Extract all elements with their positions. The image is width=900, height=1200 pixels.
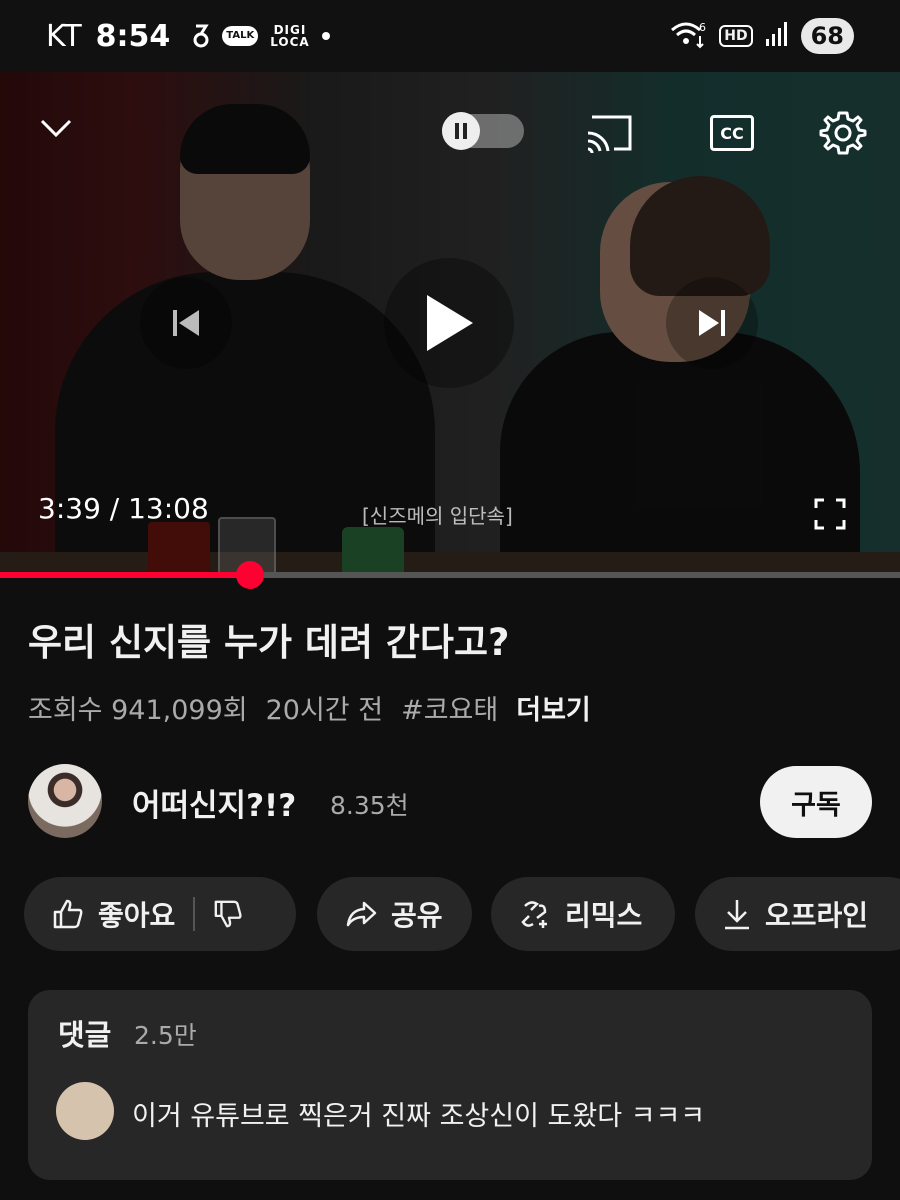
previous-button[interactable] [140, 277, 232, 369]
divider [193, 897, 196, 931]
notification-dot [322, 32, 331, 40]
channel-row[interactable]: 어떠신지?!? 8.35천 구독 [28, 764, 872, 840]
clock: 8:54 [95, 18, 171, 54]
settings-button[interactable] [815, 105, 871, 161]
subscribe-button[interactable]: 구독 [760, 766, 872, 838]
remix-icon [519, 898, 551, 930]
channel-avatar[interactable] [28, 764, 102, 838]
signal-icon [765, 21, 789, 51]
video-player[interactable]: CC 3:39 / 13:08 [신즈메의 입단속] [0, 72, 900, 575]
status-right: 6 HD 68 [669, 0, 854, 72]
hd-icon: HD [719, 25, 753, 47]
more-link[interactable]: 더보기 [516, 688, 591, 727]
comments-count: 2.5만 [134, 1021, 197, 1050]
share-icon [345, 900, 377, 928]
video-caption: [신즈메의 입단속] [362, 504, 513, 528]
commenter-avatar [56, 1082, 114, 1140]
collapse-button[interactable] [30, 102, 82, 154]
view-count: 조회수 941,099회 [28, 695, 248, 726]
scrubber-handle[interactable] [236, 561, 265, 589]
video-metadata[interactable]: 조회수 941,099회 20시간 전 #코요태 더보기 [28, 688, 591, 727]
next-button[interactable] [666, 277, 758, 369]
offline-label: 오프라인 [765, 899, 869, 932]
action-bar: 좋아요 공유 리믹스 오프라인 [24, 877, 900, 951]
wifi-icon: 6 [669, 19, 707, 53]
subscriber-count: 8.35천 [330, 791, 409, 820]
like-button[interactable]: 좋아요 [98, 894, 175, 934]
like-dislike-chip: 좋아요 [24, 877, 296, 951]
svg-text:6: 6 [699, 21, 706, 34]
digiloca-icon: DIGI LOCA [270, 23, 310, 49]
autoplay-toggle[interactable] [442, 112, 524, 150]
share-label: 공유 [391, 899, 443, 932]
progress-bar[interactable] [0, 561, 900, 589]
status-bar: KT 8:54 TALK DIGI LOCA 6 HD 68 [0, 0, 900, 72]
pause-icon [442, 112, 480, 150]
cast-icon [587, 115, 632, 153]
gear-icon [819, 111, 867, 155]
cc-icon: CC [710, 115, 754, 151]
cast-button[interactable] [580, 108, 638, 158]
captions-button[interactable]: CC [704, 108, 760, 158]
comments-panel[interactable]: 댓글 2.5만 이거 유튜브로 찍은거 진짜 조상신이 도왔다 ㅋㅋㅋ [28, 990, 872, 1180]
offline-download-button[interactable]: 오프라인 [695, 877, 900, 951]
hashtag-link[interactable]: #코요태 [401, 688, 498, 727]
battery-icon: 68 [800, 18, 854, 54]
channel-name[interactable]: 어떠신지?!? [132, 780, 296, 825]
talk-icon: TALK [222, 26, 259, 46]
video-title[interactable]: 우리 신지를 누가 데려 간다고? [28, 612, 509, 666]
fullscreen-icon [814, 498, 846, 530]
comments-title: 댓글 [58, 1018, 112, 1052]
download-icon [723, 898, 751, 930]
skip-previous-icon [173, 310, 199, 336]
chevron-down-icon [40, 119, 72, 138]
carrier-label: KT [46, 18, 82, 54]
thumbs-up-icon[interactable] [52, 898, 84, 930]
play-button[interactable] [384, 258, 514, 388]
playback-time: 3:39 / 13:08 [38, 492, 209, 525]
play-icon [427, 295, 473, 351]
upload-age: 20시간 전 [265, 695, 384, 726]
progress-played [0, 572, 251, 578]
fullscreen-button[interactable] [806, 490, 854, 538]
skip-next-icon [699, 310, 725, 336]
top-comment-text: 이거 유튜브로 찍은거 진짜 조상신이 도왔다 ㅋㅋㅋ [132, 1101, 706, 1132]
share-button[interactable]: 공유 [317, 877, 472, 951]
remix-label: 리믹스 [565, 899, 643, 932]
kakao-icon [192, 23, 210, 49]
remix-button[interactable]: 리믹스 [491, 877, 675, 951]
thumbs-down-icon[interactable] [213, 899, 243, 929]
